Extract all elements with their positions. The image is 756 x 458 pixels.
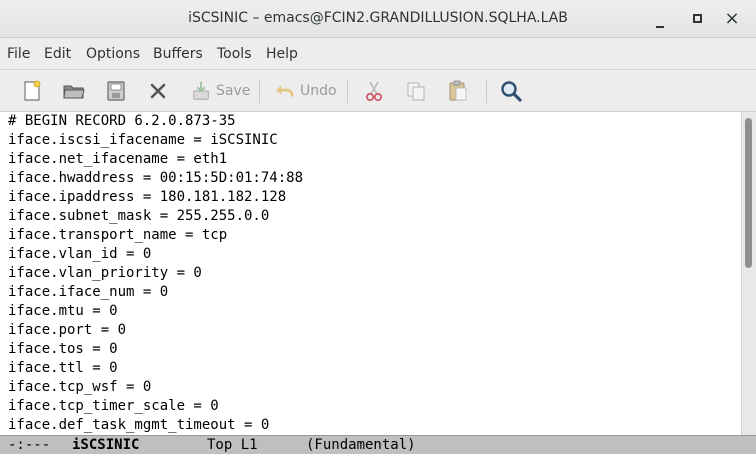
text-line: iface.mtu = 0: [8, 303, 118, 319]
toolbar-separator: [347, 79, 348, 103]
text-line: iface.port = 0: [8, 322, 127, 338]
text-line: iface.iscsi_ifacename = iSCSINIC: [8, 132, 278, 148]
cut-button[interactable]: [362, 78, 386, 104]
copy-icon: [407, 82, 425, 101]
editor-text-area[interactable]: # BEGIN RECORD 6.2.0.873-35 iface.iscsi_…: [0, 112, 741, 435]
modeline-major-mode[interactable]: (Fundamental): [306, 436, 416, 454]
modeline-buffer-name[interactable]: iSCSINIC: [72, 436, 139, 454]
text-line: iface.vlan_id = 0: [8, 246, 152, 262]
window-title: iSCSINIC – emacs@FCIN2.GRANDILLUSION.SQL…: [188, 10, 568, 26]
save-button[interactable]: Save: [190, 78, 250, 104]
menu-tools[interactable]: Tools: [217, 46, 252, 62]
folder-icon: [63, 85, 85, 99]
text-line: iface.transport_name = tcp: [8, 227, 228, 243]
text-line: iface.tcp_timer_scale = 0: [8, 398, 219, 414]
save-label: Save: [216, 83, 251, 99]
text-line: # BEGIN RECORD 6.2.0.873-35: [8, 113, 236, 129]
title-bar: iSCSINIC – emacs@FCIN2.GRANDILLUSION.SQL…: [0, 0, 756, 38]
scissors-icon: [365, 81, 383, 102]
toolbar-separator: [259, 79, 260, 103]
disk-icon: [107, 81, 125, 101]
text-line: iface.tcp_wsf = 0: [8, 379, 152, 395]
text-line: iface.subnet_mask = 255.255.0.0: [8, 208, 270, 224]
new-file-icon: [24, 80, 41, 101]
text-line: iface.ttl = 0: [8, 360, 118, 376]
vertical-scrollbar[interactable]: [741, 112, 756, 435]
text-line: iface.def_task_mgmt_timeout = 0: [8, 417, 270, 433]
close-x-icon: [150, 83, 166, 99]
undo-button[interactable]: Undo: [272, 78, 337, 104]
maximize-icon: [692, 14, 702, 23]
menu-help[interactable]: Help: [266, 46, 298, 62]
minibuffer[interactable]: [0, 454, 756, 458]
scrollbar-thumb[interactable]: [745, 118, 752, 268]
modeline-position: Top L1: [207, 437, 258, 453]
menu-edit[interactable]: Edit: [44, 46, 71, 62]
menu-bar: File Edit Options Buffers Tools Help: [0, 38, 756, 70]
menu-buffers[interactable]: Buffers: [153, 46, 203, 62]
tool-bar: Save Undo: [0, 70, 756, 112]
text-line: iface.tos = 0: [8, 341, 118, 357]
mode-line: -:--- iSCSINIC Top L1 (Fundamental): [0, 435, 756, 454]
toolbar-separator: [486, 79, 487, 103]
undo-label: Undo: [300, 83, 337, 99]
menu-file[interactable]: File: [7, 46, 30, 62]
search-icon: [501, 81, 522, 102]
maximize-button[interactable]: [687, 9, 707, 29]
close-icon: ×: [724, 8, 740, 29]
save-buffer-button[interactable]: [104, 78, 128, 104]
text-line: iface.hwaddress = 00:15:5D:01:74:88: [8, 170, 304, 186]
search-button[interactable]: [499, 78, 523, 104]
text-line: iface.ipaddress = 180.181.182.128: [8, 189, 287, 205]
text-line: iface.iface_num = 0: [8, 284, 169, 300]
open-file-button[interactable]: [62, 78, 86, 104]
modeline-status: -:---: [8, 437, 51, 453]
kill-buffer-button[interactable]: [146, 78, 170, 104]
text-line: iface.vlan_priority = 0: [8, 265, 202, 281]
text-line: iface.net_ifacename = eth1: [8, 151, 228, 167]
menu-options[interactable]: Options: [86, 46, 140, 62]
save-icon: [193, 81, 209, 100]
minimize-button[interactable]: [650, 9, 670, 29]
close-button[interactable]: ×: [722, 9, 742, 29]
undo-arrow-icon: [275, 85, 294, 97]
clipboard-icon: [449, 80, 467, 101]
new-file-button[interactable]: [20, 78, 44, 104]
minimize-icon: [656, 26, 664, 28]
paste-button[interactable]: [446, 78, 470, 104]
copy-button[interactable]: [404, 78, 428, 104]
